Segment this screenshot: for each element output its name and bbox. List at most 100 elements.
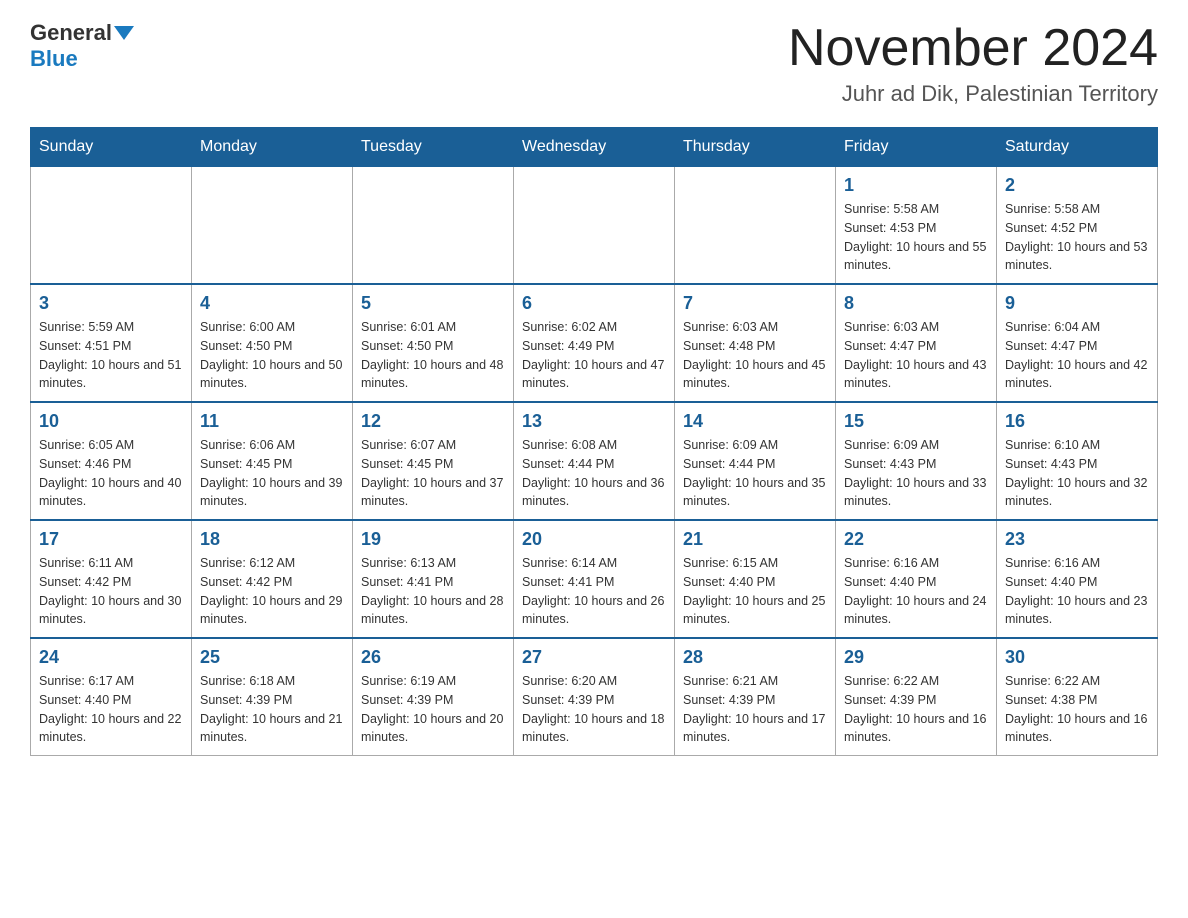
day-number: 19 — [361, 529, 505, 550]
calendar-cell: 2Sunrise: 5:58 AMSunset: 4:52 PMDaylight… — [997, 167, 1158, 285]
day-number: 30 — [1005, 647, 1149, 668]
calendar-cell: 5Sunrise: 6:01 AMSunset: 4:50 PMDaylight… — [353, 284, 514, 402]
calendar-cell: 10Sunrise: 6:05 AMSunset: 4:46 PMDayligh… — [31, 402, 192, 520]
calendar-cell: 6Sunrise: 6:02 AMSunset: 4:49 PMDaylight… — [514, 284, 675, 402]
day-number: 10 — [39, 411, 183, 432]
calendar-cell: 12 Sunrise: 6:07 AMSunset: 4:45 PMDayligh… — [353, 402, 514, 520]
day-info: Sunrise: 6:12 AMSunset: 4:42 PMDaylight:… — [200, 554, 344, 629]
calendar-cell: 4 Sunrise: 6:00 AMSunset: 4:50 PMDaylight… — [192, 284, 353, 402]
day-info: Sunrise: 6:06 AMSunset: 4:45 PMDaylight:… — [200, 436, 344, 511]
title-area: November 2024 Juhr ad Dik, Palestinian T… — [788, 20, 1158, 107]
calendar-cell: 30 Sunrise: 6:22 AMSunset: 4:38 PMDayligh… — [997, 638, 1158, 756]
calendar-header-row: Sunday Monday Tuesday Wednesday Thursday… — [31, 128, 1158, 167]
calendar-cell: 3 Sunrise: 5:59 AMSunset: 4:51 PMDaylight… — [31, 284, 192, 402]
day-number: 1 — [844, 175, 988, 196]
week-row-3: 10Sunrise: 6:05 AMSunset: 4:46 PMDayligh… — [31, 402, 1158, 520]
day-number: 3 — [39, 293, 183, 314]
day-number: 14 — [683, 411, 827, 432]
calendar-cell: 13 Sunrise: 6:08 AMSunset: 4:44 PMDayligh… — [514, 402, 675, 520]
day-info: Sunrise: 6:00 AMSunset: 4:50 PMDaylight:… — [200, 318, 344, 393]
day-info: Sunrise: 6:14 AMSunset: 4:41 PMDaylight:… — [522, 554, 666, 629]
location-subtitle: Juhr ad Dik, Palestinian Territory — [788, 81, 1158, 107]
calendar-cell: 1 Sunrise: 5:58 AMSunset: 4:53 PMDaylight… — [836, 167, 997, 285]
day-info: Sunrise: 6:10 AMSunset: 4:43 PMDaylight:… — [1005, 436, 1149, 511]
day-number: 8 — [844, 293, 988, 314]
day-number: 25 — [200, 647, 344, 668]
calendar-cell: 16 Sunrise: 6:10 AMSunset: 4:43 PMDayligh… — [997, 402, 1158, 520]
calendar-cell: 19 Sunrise: 6:13 AMSunset: 4:41 PMDayligh… — [353, 520, 514, 638]
day-info: Sunrise: 6:22 AMSunset: 4:39 PMDaylight:… — [844, 672, 988, 747]
header-thursday: Thursday — [675, 128, 836, 167]
day-number: 12 — [361, 411, 505, 432]
day-number: 28 — [683, 647, 827, 668]
month-title: November 2024 — [788, 20, 1158, 77]
calendar-cell: 25 Sunrise: 6:18 AMSunset: 4:39 PMDayligh… — [192, 638, 353, 756]
day-info: Sunrise: 6:08 AMSunset: 4:44 PMDaylight:… — [522, 436, 666, 511]
calendar-cell: 14 Sunrise: 6:09 AMSunset: 4:44 PMDayligh… — [675, 402, 836, 520]
day-info: Sunrise: 6:20 AMSunset: 4:39 PMDaylight:… — [522, 672, 666, 747]
day-info: Sunrise: 6:16 AMSunset: 4:40 PMDaylight:… — [1005, 554, 1149, 629]
calendar-cell: 20Sunrise: 6:14 AMSunset: 4:41 PMDayligh… — [514, 520, 675, 638]
calendar-cell: 27 Sunrise: 6:20 AMSunset: 4:39 PMDayligh… — [514, 638, 675, 756]
day-info: Sunrise: 6:04 AMSunset: 4:47 PMDaylight:… — [1005, 318, 1149, 393]
header-monday: Monday — [192, 128, 353, 167]
week-row-1: 1 Sunrise: 5:58 AMSunset: 4:53 PMDaylight… — [31, 167, 1158, 285]
day-info: Sunrise: 6:11 AMSunset: 4:42 PMDaylight:… — [39, 554, 183, 629]
calendar-cell: 15Sunrise: 6:09 AMSunset: 4:43 PMDayligh… — [836, 402, 997, 520]
calendar-table: Sunday Monday Tuesday Wednesday Thursday… — [30, 127, 1158, 756]
logo-triangle-icon — [114, 26, 134, 40]
header-saturday: Saturday — [997, 128, 1158, 167]
day-info: Sunrise: 6:09 AMSunset: 4:44 PMDaylight:… — [683, 436, 827, 511]
calendar-cell — [353, 167, 514, 285]
calendar-cell: 24Sunrise: 6:17 AMSunset: 4:40 PMDayligh… — [31, 638, 192, 756]
day-info: Sunrise: 6:22 AMSunset: 4:38 PMDaylight:… — [1005, 672, 1149, 747]
day-info: Sunrise: 5:59 AMSunset: 4:51 PMDaylight:… — [39, 318, 183, 393]
logo-blue-text: Blue — [30, 46, 78, 71]
calendar-cell: 26 Sunrise: 6:19 AMSunset: 4:39 PMDayligh… — [353, 638, 514, 756]
calendar-cell: 18 Sunrise: 6:12 AMSunset: 4:42 PMDayligh… — [192, 520, 353, 638]
day-number: 11 — [200, 411, 344, 432]
day-number: 18 — [200, 529, 344, 550]
week-row-2: 3 Sunrise: 5:59 AMSunset: 4:51 PMDaylight… — [31, 284, 1158, 402]
day-number: 6 — [522, 293, 666, 314]
calendar-cell: 9 Sunrise: 6:04 AMSunset: 4:47 PMDaylight… — [997, 284, 1158, 402]
calendar-cell: 22 Sunrise: 6:16 AMSunset: 4:40 PMDayligh… — [836, 520, 997, 638]
day-info: Sunrise: 6:16 AMSunset: 4:40 PMDaylight:… — [844, 554, 988, 629]
day-number: 22 — [844, 529, 988, 550]
day-info: Sunrise: 6:13 AMSunset: 4:41 PMDaylight:… — [361, 554, 505, 629]
calendar-cell — [675, 167, 836, 285]
calendar-cell: 21Sunrise: 6:15 AMSunset: 4:40 PMDayligh… — [675, 520, 836, 638]
day-info: Sunrise: 6:03 AMSunset: 4:47 PMDaylight:… — [844, 318, 988, 393]
header-tuesday: Tuesday — [353, 128, 514, 167]
calendar-cell: 11 Sunrise: 6:06 AMSunset: 4:45 PMDayligh… — [192, 402, 353, 520]
day-info: Sunrise: 6:07 AMSunset: 4:45 PMDaylight:… — [361, 436, 505, 511]
day-number: 7 — [683, 293, 827, 314]
day-info: Sunrise: 6:21 AMSunset: 4:39 PMDaylight:… — [683, 672, 827, 747]
day-number: 27 — [522, 647, 666, 668]
calendar-cell: 7 Sunrise: 6:03 AMSunset: 4:48 PMDaylight… — [675, 284, 836, 402]
day-number: 21 — [683, 529, 827, 550]
day-info: Sunrise: 5:58 AMSunset: 4:52 PMDaylight:… — [1005, 200, 1149, 275]
page-header: General Blue November 2024 Juhr ad Dik, … — [30, 20, 1158, 107]
calendar-cell: 23 Sunrise: 6:16 AMSunset: 4:40 PMDayligh… — [997, 520, 1158, 638]
week-row-4: 17 Sunrise: 6:11 AMSunset: 4:42 PMDayligh… — [31, 520, 1158, 638]
header-sunday: Sunday — [31, 128, 192, 167]
day-info: Sunrise: 6:18 AMSunset: 4:39 PMDaylight:… — [200, 672, 344, 747]
calendar-cell: 29Sunrise: 6:22 AMSunset: 4:39 PMDayligh… — [836, 638, 997, 756]
day-info: Sunrise: 5:58 AMSunset: 4:53 PMDaylight:… — [844, 200, 988, 275]
day-info: Sunrise: 6:09 AMSunset: 4:43 PMDaylight:… — [844, 436, 988, 511]
day-number: 16 — [1005, 411, 1149, 432]
day-number: 23 — [1005, 529, 1149, 550]
day-number: 4 — [200, 293, 344, 314]
day-number: 26 — [361, 647, 505, 668]
day-number: 13 — [522, 411, 666, 432]
logo: General Blue — [30, 20, 136, 72]
logo-general-text: General — [30, 20, 112, 46]
day-number: 17 — [39, 529, 183, 550]
day-info: Sunrise: 6:03 AMSunset: 4:48 PMDaylight:… — [683, 318, 827, 393]
day-number: 9 — [1005, 293, 1149, 314]
week-row-5: 24Sunrise: 6:17 AMSunset: 4:40 PMDayligh… — [31, 638, 1158, 756]
calendar-cell — [31, 167, 192, 285]
header-friday: Friday — [836, 128, 997, 167]
day-info: Sunrise: 6:19 AMSunset: 4:39 PMDaylight:… — [361, 672, 505, 747]
